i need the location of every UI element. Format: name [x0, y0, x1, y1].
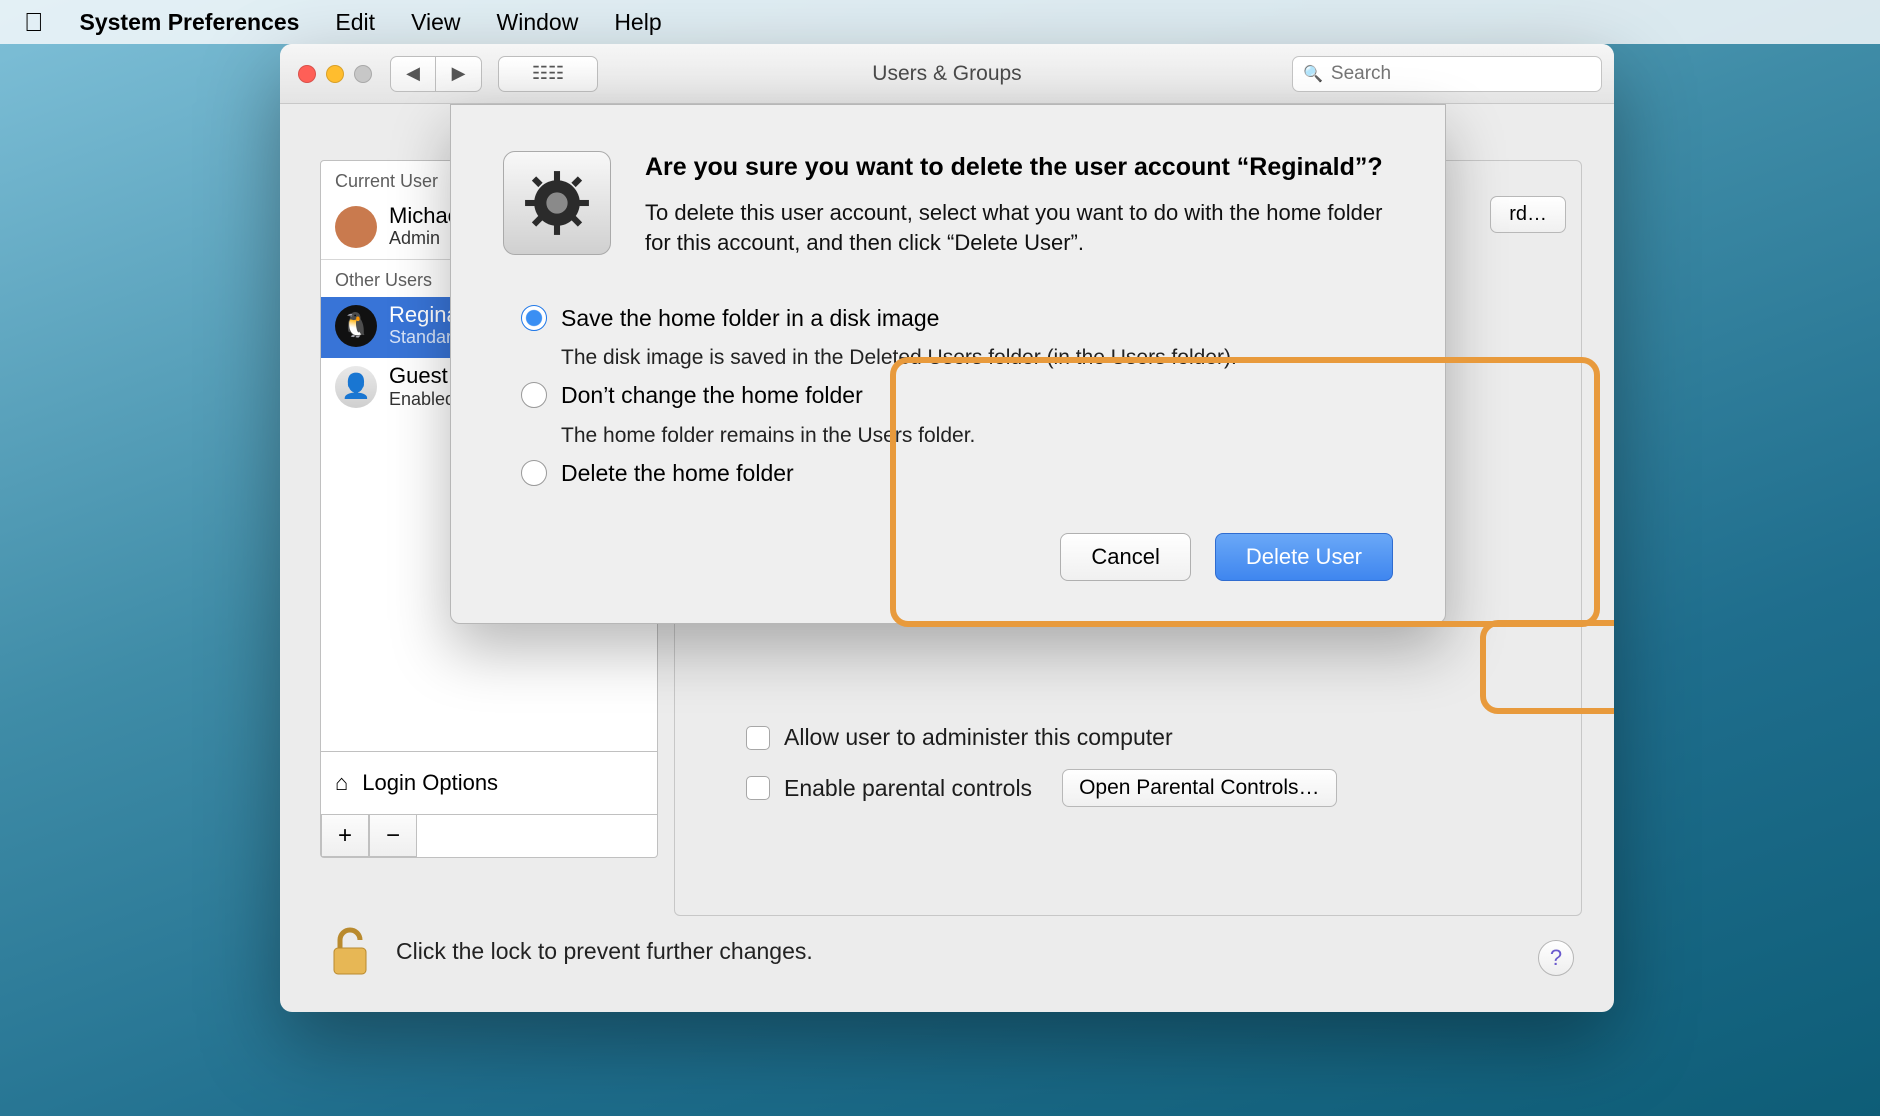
window-controls [298, 65, 372, 83]
delete-user-button[interactable]: Delete User [1215, 533, 1393, 581]
system-preferences-icon [503, 151, 611, 255]
radio-icon [521, 305, 547, 331]
parental-checkbox-label: Enable parental controls [784, 775, 1032, 802]
nav-buttons: ◀ ▶ [390, 56, 482, 92]
parental-checkbox[interactable] [746, 776, 770, 800]
avatar: 🐧 [335, 305, 377, 347]
unlock-icon[interactable] [330, 926, 370, 976]
close-button[interactable] [298, 65, 316, 83]
zoom-button[interactable] [354, 65, 372, 83]
radio-icon [521, 382, 547, 408]
admin-checkbox[interactable] [746, 726, 770, 750]
change-password-label: rd… [1509, 203, 1547, 225]
option-label: Don’t change the home folder [561, 380, 863, 411]
back-button[interactable]: ◀ [390, 56, 436, 92]
remove-user-button[interactable]: − [369, 815, 417, 857]
delete-user-sheet: Are you sure you want to delete the user… [450, 104, 1446, 624]
option-desc: The home folder remains in the Users fol… [561, 422, 1375, 450]
menu-window[interactable]: Window [497, 9, 579, 36]
search-field[interactable]: 🔍 [1292, 56, 1602, 92]
option-label: Delete the home folder [561, 458, 794, 489]
change-password-button[interactable]: rd… [1490, 196, 1566, 233]
user-options: Allow user to administer this computer E… [746, 724, 1337, 807]
preferences-window: ◀ ▶ ☷☷ Users & Groups 🔍 Current User Mic… [280, 44, 1614, 1012]
menu-edit[interactable]: Edit [335, 9, 375, 36]
login-options-label: Login Options [362, 770, 498, 796]
search-input[interactable] [1331, 63, 1591, 85]
menubar:  System Preferences Edit View Window He… [0, 0, 1880, 44]
grid-icon: ☷☷ [532, 63, 564, 84]
option-save-disk-image[interactable]: Save the home folder in a disk image [521, 295, 1375, 342]
home-folder-options: Save the home folder in a disk image The… [503, 281, 1393, 515]
avatar: 👤 [335, 366, 377, 408]
option-dont-change[interactable]: Don’t change the home folder [521, 372, 1375, 419]
admin-checkbox-label: Allow user to administer this computer [784, 724, 1173, 751]
open-parental-controls-button[interactable]: Open Parental Controls… [1062, 769, 1336, 807]
add-user-button[interactable]: + [321, 815, 369, 857]
sheet-title: Are you sure you want to delete the user… [645, 151, 1393, 184]
minimize-button[interactable] [326, 65, 344, 83]
menu-view[interactable]: View [411, 9, 460, 36]
login-options[interactable]: ⌂ Login Options [321, 751, 657, 815]
apple-menu-icon[interactable]:  [24, 7, 44, 38]
cancel-button[interactable]: Cancel [1060, 533, 1190, 581]
help-button[interactable]: ? [1538, 940, 1574, 976]
option-label: Save the home folder in a disk image [561, 303, 939, 334]
radio-icon [521, 460, 547, 486]
menu-help[interactable]: Help [614, 9, 661, 36]
show-all-button[interactable]: ☷☷ [498, 56, 598, 92]
home-icon: ⌂ [335, 770, 348, 796]
sheet-buttons: Cancel Delete User [503, 533, 1393, 581]
lock-row: Click the lock to prevent further change… [330, 926, 813, 976]
lock-text: Click the lock to prevent further change… [396, 938, 813, 965]
option-desc: The disk image is saved in the Deleted U… [561, 344, 1375, 372]
search-icon: 🔍 [1303, 64, 1323, 84]
add-remove-bar: + − [321, 815, 657, 857]
titlebar: ◀ ▶ ☷☷ Users & Groups 🔍 [280, 44, 1614, 104]
sheet-message: To delete this user account, select what… [645, 198, 1393, 260]
forward-button[interactable]: ▶ [436, 56, 482, 92]
app-menu[interactable]: System Preferences [80, 9, 300, 36]
option-delete-home[interactable]: Delete the home folder [521, 450, 1375, 497]
avatar [335, 206, 377, 248]
